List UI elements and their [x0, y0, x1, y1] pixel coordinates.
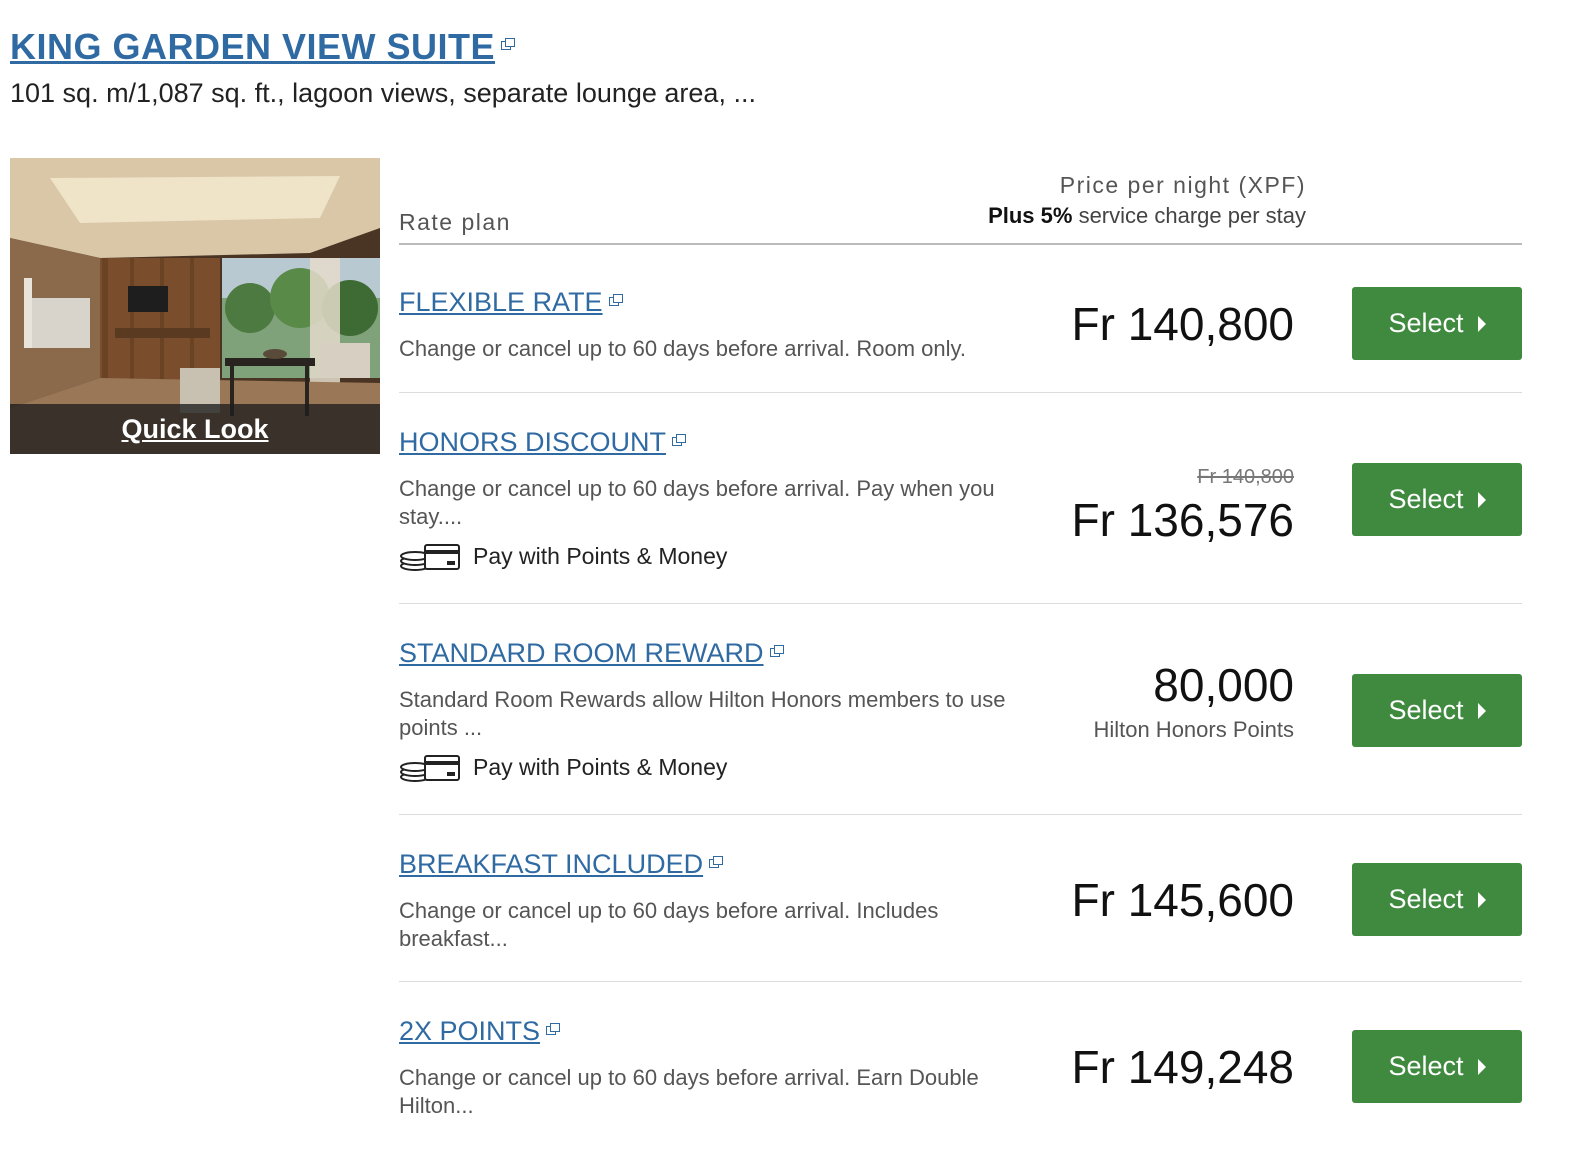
room-photo[interactable]: Quick Look: [10, 158, 380, 454]
rate-description: Change or cancel up to 60 days before ar…: [399, 1065, 979, 1118]
original-price: Fr 140,800: [1197, 466, 1294, 488]
select-button[interactable]: Select: [1352, 674, 1522, 747]
select-label: Select: [1388, 884, 1464, 914]
rate-name[interactable]: FLEXIBLE RATE: [399, 287, 603, 317]
rate-points: 80,000: [1153, 659, 1294, 711]
rate-row-honors-discount: HONORS DISCOUNT Change or cancel up to 6…: [399, 393, 1522, 604]
points-money-icon: [400, 755, 460, 782]
caret-right-icon: [1477, 891, 1486, 908]
rate-name[interactable]: 2X POINTS: [399, 1016, 540, 1046]
room-title[interactable]: KING GARDEN VIEW SUITE: [10, 26, 495, 67]
select-button[interactable]: Select: [1352, 287, 1522, 360]
caret-right-icon: [1477, 491, 1486, 508]
external-link-icon: [546, 1023, 561, 1035]
external-link-icon: [709, 856, 724, 868]
price-per-night-label: Price per night (XPF): [1059, 172, 1306, 198]
room-description: 101 sq. m/1,087 sq. ft., lagoon views, s…: [10, 78, 756, 108]
points-money-label: Pay with Points & Money: [473, 542, 728, 569]
rate-price: Fr 145,600: [1071, 874, 1294, 926]
select-label: Select: [1388, 695, 1464, 725]
select-label: Select: [1388, 484, 1464, 514]
rate-plan-header: Rate plan: [399, 209, 511, 235]
rate-name-link[interactable]: 2X POINTS: [399, 1016, 561, 1047]
points-money-label: Pay with Points & Money: [473, 753, 728, 780]
points-unit-label: Hilton Honors Points: [1093, 717, 1294, 742]
rate-name-link[interactable]: STANDARD ROOM REWARD: [399, 638, 784, 669]
rate-row-breakfast-included: BREAKFAST INCLUDED Change or cancel up t…: [399, 815, 1522, 982]
rate-description: Change or cancel up to 60 days before ar…: [399, 336, 967, 361]
select-label: Select: [1388, 1051, 1464, 1081]
external-link-icon: [608, 294, 623, 306]
select-label: Select: [1388, 308, 1464, 338]
rate-name[interactable]: STANDARD ROOM REWARD: [399, 638, 764, 668]
rate-name[interactable]: BREAKFAST INCLUDED: [399, 849, 703, 879]
price-header: Price per night (XPF) Plus 5% service ch…: [988, 172, 1306, 229]
external-link-icon: [501, 38, 516, 50]
quick-look-overlay[interactable]: Quick Look: [10, 404, 380, 454]
rate-row-standard-room-reward: STANDARD ROOM REWARD Standard Room Rewar…: [399, 604, 1522, 815]
rate-description: Change or cancel up to 60 days before ar…: [399, 898, 939, 951]
external-link-icon: [769, 645, 784, 657]
rate-name-link[interactable]: HONORS DISCOUNT: [399, 427, 687, 458]
rate-description: Standard Room Rewards allow Hilton Honor…: [399, 687, 1006, 740]
caret-right-icon: [1477, 702, 1486, 719]
service-charge-note: Plus 5% service charge per stay: [988, 203, 1306, 229]
rate-price: Fr 136,576: [1071, 494, 1294, 546]
rate-row-2x-points: 2X POINTS Change or cancel up to 60 days…: [399, 982, 1522, 1152]
external-link-icon: [672, 434, 687, 446]
select-button[interactable]: Select: [1352, 863, 1522, 936]
rate-row-flexible-rate: FLEXIBLE RATE Change or cancel up to 60 …: [399, 245, 1522, 393]
select-button[interactable]: Select: [1352, 1030, 1522, 1103]
room-title-link[interactable]: KING GARDEN VIEW SUITE: [10, 26, 516, 68]
service-charge-text: service charge per stay: [1072, 203, 1306, 228]
quick-look-link[interactable]: Quick Look: [121, 414, 268, 445]
points-money-option: Pay with Points & Money: [399, 750, 727, 784]
rate-price: Fr 140,800: [1071, 298, 1294, 350]
rate-name-link[interactable]: FLEXIBLE RATE: [399, 287, 623, 318]
points-money-icon: [400, 544, 460, 571]
rate-name[interactable]: HONORS DISCOUNT: [399, 427, 666, 457]
caret-right-icon: [1477, 1058, 1486, 1075]
rate-description: Change or cancel up to 60 days before ar…: [399, 476, 995, 529]
service-charge-percent: Plus 5%: [988, 203, 1073, 228]
select-button[interactable]: Select: [1352, 463, 1522, 536]
caret-right-icon: [1477, 315, 1486, 332]
rate-price: Fr 149,248: [1071, 1041, 1294, 1093]
points-money-option: Pay with Points & Money: [399, 539, 727, 573]
rate-name-link[interactable]: BREAKFAST INCLUDED: [399, 849, 724, 880]
